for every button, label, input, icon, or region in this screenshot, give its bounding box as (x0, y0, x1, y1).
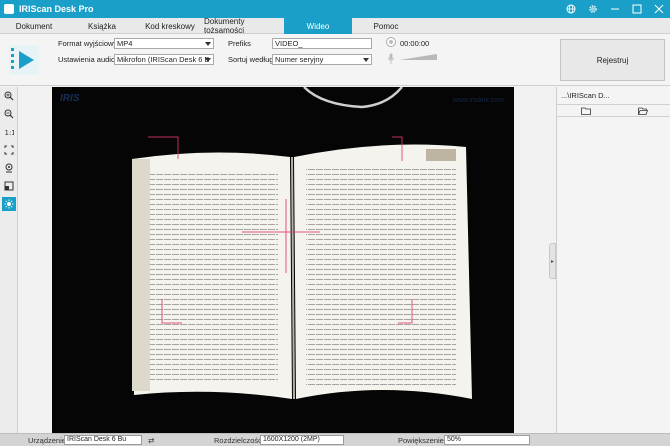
resolution-label: Rozdzielczość (214, 436, 262, 445)
zoom-out-icon[interactable] (2, 107, 16, 121)
prefix-input[interactable]: VIDEO_ (272, 38, 372, 49)
window-title: IRIScan Desk Pro (19, 4, 94, 14)
chevron-down-icon (205, 42, 211, 46)
open-folder-button[interactable] (557, 105, 614, 116)
swap-camera-icon[interactable]: ⇄ (148, 436, 154, 445)
folder-icon (580, 107, 591, 115)
folder-open-icon (637, 107, 648, 115)
record-indicator-icon (386, 37, 396, 47)
chevron-right-icon: ▸ (550, 258, 554, 265)
video-mode-icon (8, 44, 40, 76)
device-label: Urządzenie (28, 436, 66, 445)
microphone-icon (387, 53, 395, 65)
output-folder-path: ...\IRIScan D... (561, 91, 610, 100)
status-bar: Urządzenie IRIScan Desk 6 Bu ⇄ Rozdzielc… (0, 433, 670, 446)
zoom-select[interactable]: 50% (444, 435, 530, 445)
output-format-label: Format wyjściowy (58, 39, 118, 48)
device-value: IRIScan Desk 6 Bu (67, 436, 127, 443)
tab-id-documents[interactable]: Dokumenty tożsamości (204, 17, 284, 35)
website-watermark: www.irislink.com (452, 97, 504, 104)
audio-settings-label: Ustawienia audio (58, 55, 116, 64)
prefix-label: Prefiks (228, 39, 251, 48)
resolution-value: 1600X1200 (2MP) (263, 436, 320, 443)
sort-by-value: Numer seryjny (275, 55, 324, 64)
sort-by-label: Sortuj według (228, 55, 274, 64)
view-tools: 1:1 (0, 87, 18, 433)
fit-window-icon[interactable] (2, 143, 16, 157)
mode-tabs: Dokument Książka Kod kreskowy Dokumenty … (0, 17, 670, 35)
app-logo-icon (4, 4, 14, 14)
recording-timer: 00:00:00 (400, 39, 430, 48)
tab-book[interactable]: Książka (68, 18, 136, 34)
output-panel: ...\IRIScan D... (556, 87, 670, 433)
browse-folder-button[interactable] (614, 105, 670, 116)
minimize-button[interactable] (604, 0, 626, 18)
output-format-value: MP4 (117, 39, 133, 48)
title-bar: IRIScan Desk Pro (0, 0, 670, 18)
gear-icon[interactable] (582, 0, 604, 18)
audio-settings-select[interactable]: Mikrofon (IRIScan Desk 6 B (114, 54, 214, 65)
tab-document[interactable]: Dokument (0, 18, 68, 34)
image-settings-icon[interactable] (2, 179, 16, 193)
zoom-label: Powiększenie (398, 436, 444, 445)
record-button[interactable]: Rejestruj (560, 39, 665, 81)
camera-preview[interactable]: IRIS www.irislink.com (52, 87, 514, 433)
svg-text:1:1: 1:1 (5, 129, 15, 137)
tab-barcode[interactable]: Kod kreskowy (136, 18, 204, 34)
output-format-select[interactable]: MP4 (114, 38, 214, 49)
tab-video[interactable]: Wideo (284, 18, 352, 34)
panel-collapse-handle[interactable]: ▸ (549, 243, 556, 279)
resolution-select[interactable]: 1600X1200 (2MP) (260, 435, 344, 445)
chevron-down-icon (205, 58, 211, 62)
chevron-down-icon (363, 58, 369, 62)
globe-icon[interactable] (560, 0, 582, 18)
prefix-value: VIDEO_ (275, 39, 303, 48)
maximize-button[interactable] (626, 0, 648, 18)
camera-icon[interactable] (2, 161, 16, 175)
brightness-icon[interactable] (2, 197, 16, 211)
sort-by-select[interactable]: Numer seryjny (272, 54, 372, 65)
zoom-value: 50% (447, 436, 462, 443)
iris-watermark: IRIS (60, 93, 80, 104)
audio-level-slider[interactable] (399, 54, 437, 60)
device-select[interactable]: IRIScan Desk 6 Bu (64, 435, 142, 445)
audio-settings-value: Mikrofon (IRIScan Desk 6 B (117, 55, 210, 64)
open-book-image (132, 87, 472, 400)
actual-size-icon[interactable]: 1:1 (2, 125, 16, 139)
close-button[interactable] (648, 0, 670, 18)
zoom-in-icon[interactable] (2, 89, 16, 103)
tab-help[interactable]: Pomoc (352, 18, 420, 34)
